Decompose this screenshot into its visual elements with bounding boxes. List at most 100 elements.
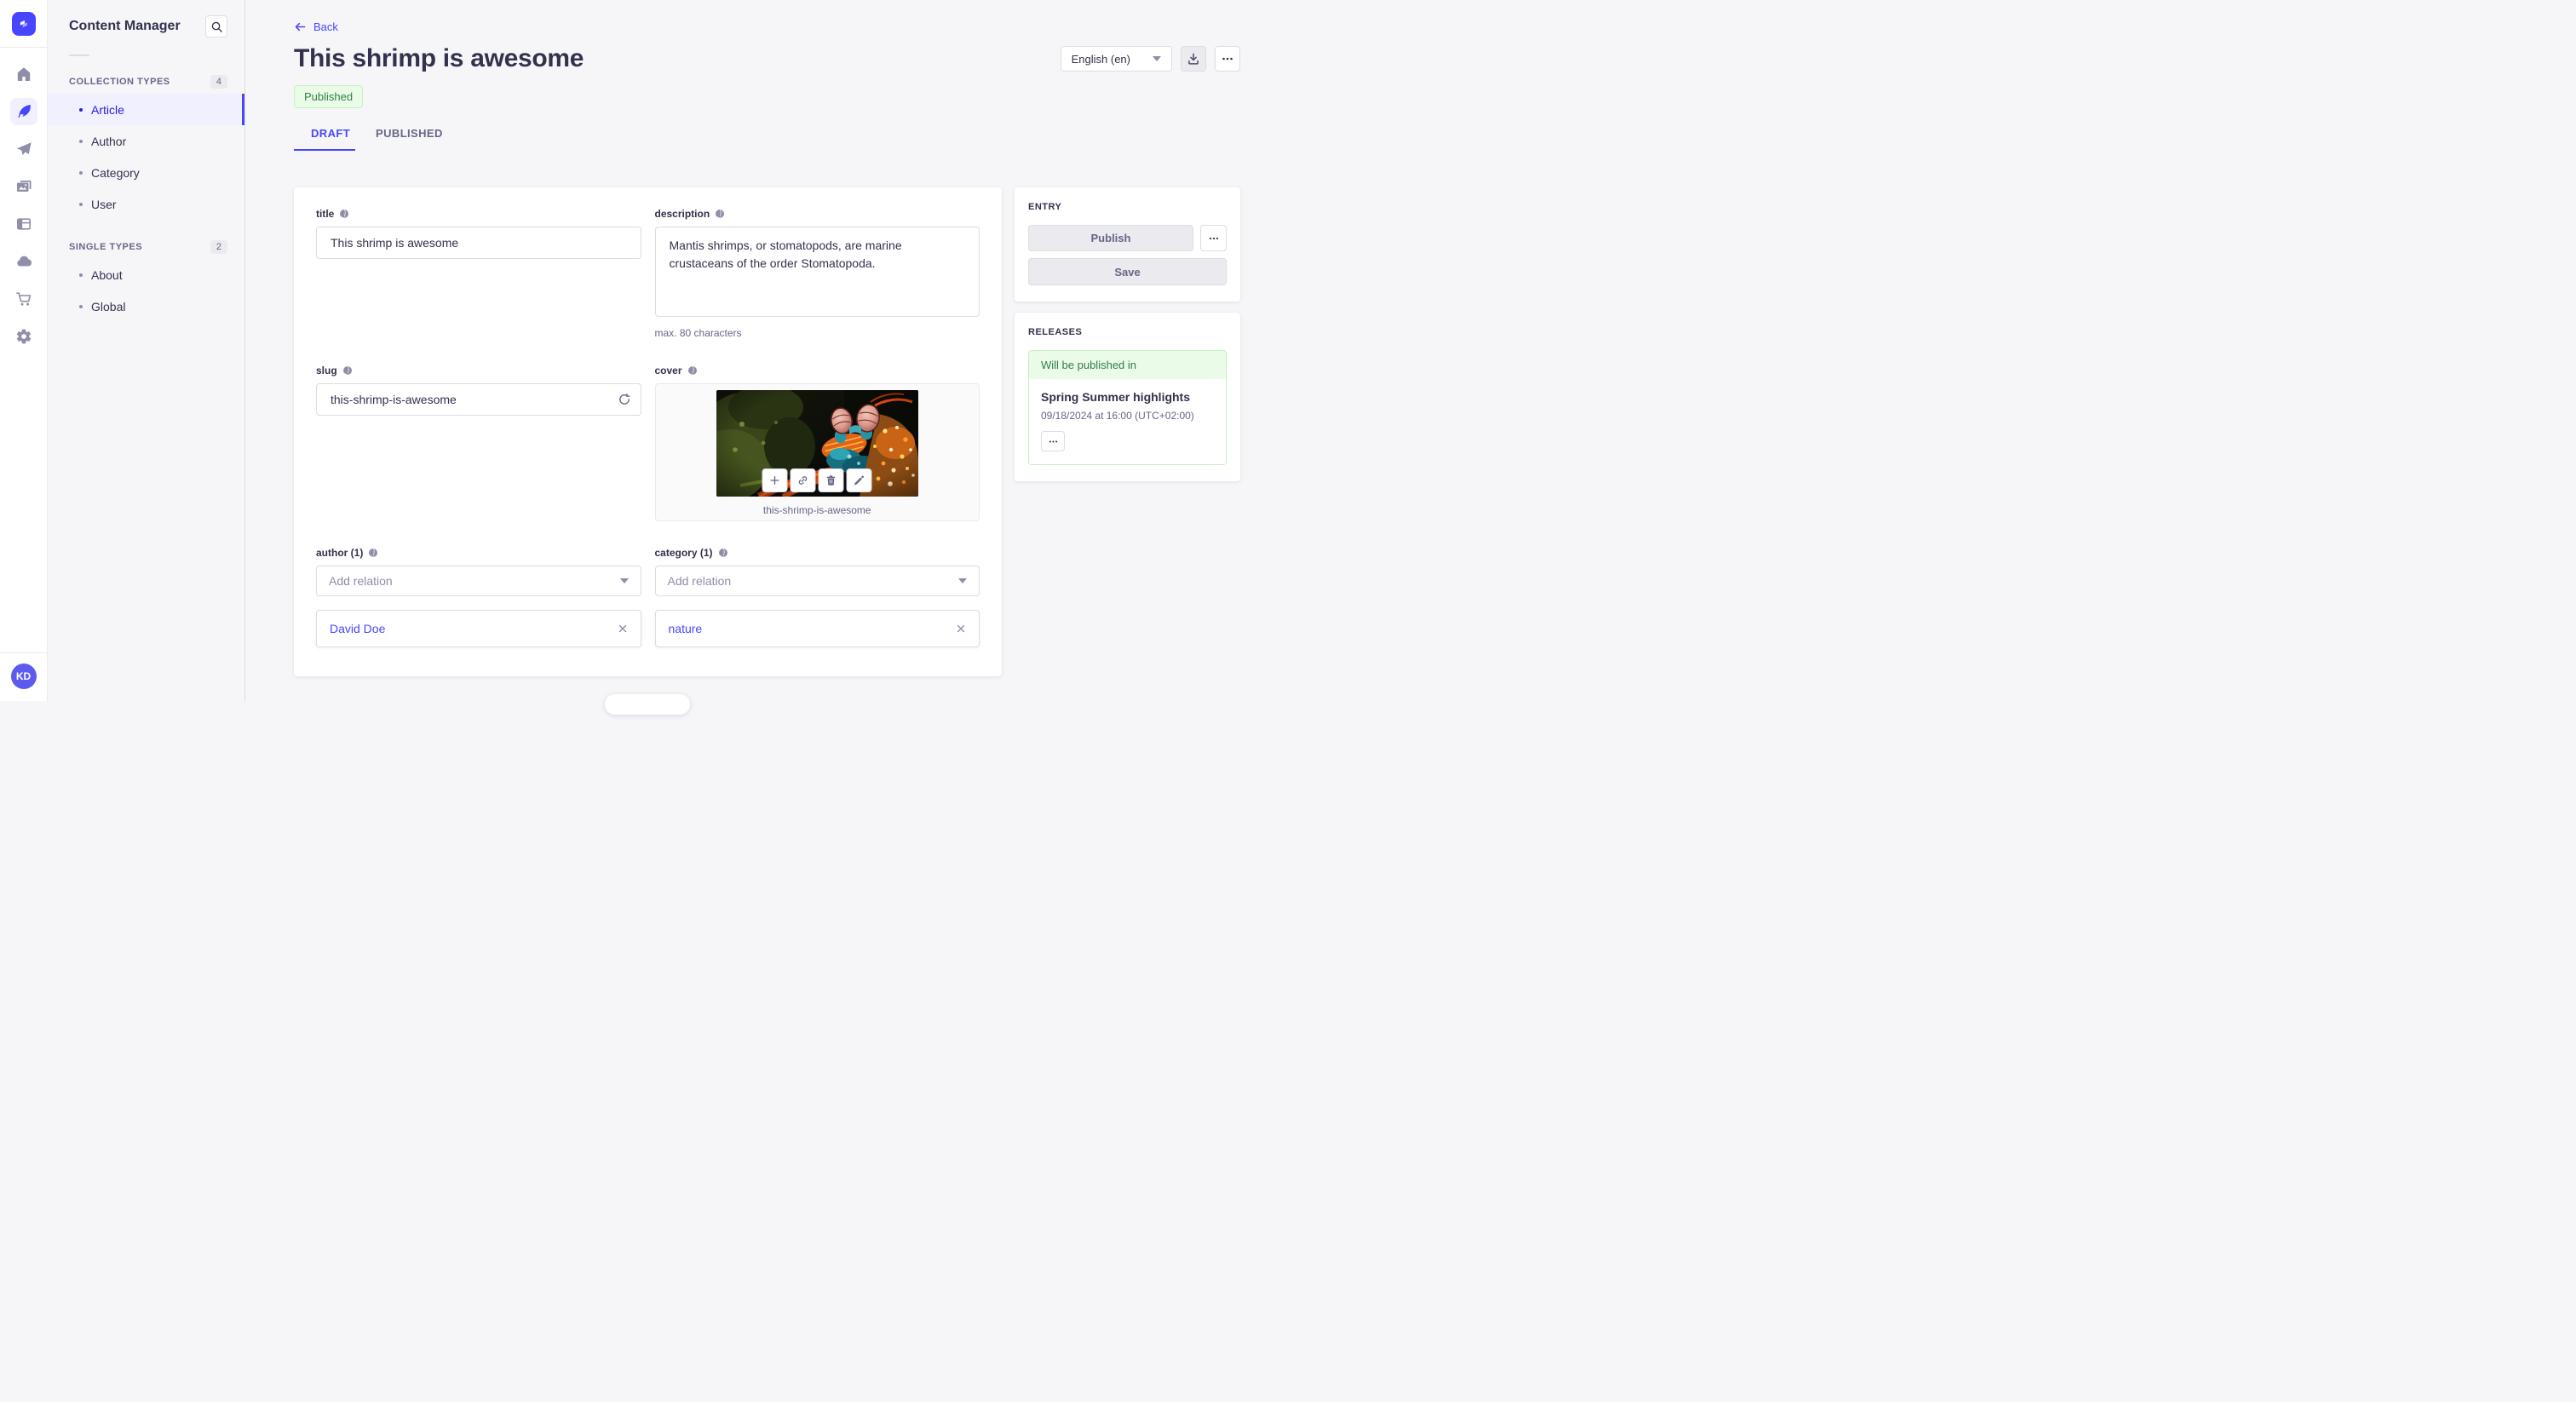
field-slug: slug: [316, 365, 641, 521]
relation-placeholder: Add relation: [329, 574, 393, 588]
remove-relation-button[interactable]: [618, 623, 628, 634]
save-button[interactable]: Save: [1028, 258, 1227, 285]
single-types-label: SINGLE TYPES: [69, 242, 143, 252]
rail-footer: KD: [0, 652, 48, 701]
slug-input[interactable]: [316, 383, 641, 416]
content-manager-icon[interactable]: [9, 98, 37, 125]
sidebar-item-article[interactable]: Article: [48, 94, 244, 125]
release-status: Will be published in: [1029, 351, 1226, 379]
layout-builder-icon[interactable]: [10, 210, 37, 238]
user-avatar[interactable]: KD: [10, 664, 37, 689]
main-nav-rail: KD: [0, 0, 48, 701]
arrow-left-icon: [295, 22, 306, 32]
rail-icon-list: [9, 60, 37, 350]
relation-link[interactable]: David Doe: [330, 622, 385, 635]
globe-icon: [687, 365, 697, 376]
more-options-button[interactable]: [1215, 46, 1240, 72]
media-actions: [762, 468, 872, 492]
back-link[interactable]: Back: [294, 20, 338, 33]
globe-icon: [718, 548, 727, 558]
release-item: Will be published in Spring Summer highl…: [1028, 350, 1227, 465]
cart-icon[interactable]: [10, 285, 37, 313]
sidebar-item-label: About: [91, 267, 123, 282]
sidebar-item-author[interactable]: Author: [48, 125, 244, 157]
copy-link-button[interactable]: [790, 468, 816, 492]
description-textarea[interactable]: Mantis shrimps, or stomatopods, are mari…: [654, 227, 980, 317]
edit-form-card: title description: [294, 187, 1002, 676]
entry-more-button[interactable]: [1200, 225, 1227, 251]
release-more-button[interactable]: [1041, 431, 1065, 451]
title-input[interactable]: [316, 227, 641, 259]
field-author: author (1) Add relation David Doe: [316, 547, 641, 647]
page-title: This shrimp is awesome: [294, 44, 584, 72]
category-relation-select[interactable]: Add relation: [654, 566, 980, 596]
tab-draft[interactable]: DRAFT: [293, 127, 356, 151]
download-icon: [1188, 53, 1199, 65]
trash-icon: [827, 475, 836, 486]
version-tabs: DRAFT PUBLISHED: [293, 127, 1240, 151]
delete-media-button[interactable]: [818, 468, 844, 492]
pencil-icon: [854, 475, 865, 486]
bullet-icon: [79, 107, 83, 112]
publish-button[interactable]: Publish: [1028, 225, 1193, 251]
media-library-icon[interactable]: [10, 173, 37, 200]
author-relation-select[interactable]: Add relation: [316, 566, 641, 596]
cover-field-label: cover: [654, 365, 682, 376]
settings-gear-icon[interactable]: [10, 323, 37, 350]
field-cover: cover this-shrimp-is-awesome: [654, 365, 980, 521]
release-name[interactable]: Spring Summer highlights: [1041, 390, 1214, 404]
category-relation-item: nature: [654, 610, 980, 647]
entry-panel: ENTRY Publish Save: [1015, 187, 1240, 302]
sidebar-item-label: Category: [91, 165, 140, 180]
sidebar-item-label: Global: [91, 299, 126, 313]
search-icon: [211, 21, 222, 32]
collection-types-list: Article Author Category User: [48, 94, 244, 220]
ellipsis-icon: [1209, 237, 1218, 239]
title-field-label: title: [316, 208, 335, 220]
sidebar-item-user[interactable]: User: [48, 188, 244, 220]
strapi-logo-icon: [20, 20, 27, 28]
edit-media-button[interactable]: [846, 468, 872, 492]
cloud-icon[interactable]: [10, 248, 37, 275]
releases-panel-title: RELEASES: [1028, 327, 1083, 337]
subnav-divider: [69, 55, 89, 56]
sidebar-item-label: Author: [91, 134, 127, 148]
bullet-icon: [79, 170, 83, 175]
releases-send-icon[interactable]: [10, 135, 37, 163]
cover-filename: this-shrimp-is-awesome: [762, 504, 871, 516]
bullet-icon: [79, 139, 83, 143]
add-media-button[interactable]: [762, 468, 788, 492]
single-types-list: About Global: [48, 259, 244, 322]
rail-divider: [0, 47, 48, 48]
home-icon[interactable]: [10, 60, 37, 88]
chevron-down-icon: [958, 578, 967, 583]
sidebar-item-label: Article: [91, 102, 124, 117]
sidebar-item-global[interactable]: Global: [48, 290, 244, 322]
top-actions: English (en): [1060, 46, 1240, 72]
locale-value: English (en): [1071, 52, 1130, 66]
field-description: description Mantis shrimps, or stomatopo…: [654, 208, 980, 339]
collection-types-count: 4: [210, 75, 227, 89]
close-icon: [957, 624, 965, 633]
relation-link[interactable]: nature: [669, 622, 703, 635]
back-label: Back: [313, 20, 338, 33]
globe-icon: [340, 209, 349, 219]
sidebar-item-category[interactable]: Category: [48, 157, 244, 188]
strapi-logo[interactable]: [11, 12, 36, 36]
search-button[interactable]: [205, 15, 227, 37]
tab-published[interactable]: PUBLISHED: [376, 127, 443, 151]
bullet-icon: [79, 273, 83, 277]
locale-select[interactable]: English (en): [1060, 46, 1172, 72]
single-types-count: 2: [210, 240, 227, 254]
remove-relation-button[interactable]: [956, 623, 966, 634]
cover-media-box: this-shrimp-is-awesome: [654, 383, 980, 521]
sidebar-item-label: User: [91, 197, 117, 211]
collection-types-label: COLLECTION TYPES: [69, 77, 170, 87]
content-manager-subnav: Content Manager COLLECTION TYPES 4 Artic…: [48, 0, 245, 701]
download-button[interactable]: [1181, 46, 1206, 72]
sidebar-item-about[interactable]: About: [48, 259, 244, 290]
releases-panel: RELEASES Will be published in Spring Sum…: [1015, 313, 1240, 481]
floating-widget[interactable]: [605, 694, 690, 715]
regenerate-slug-button[interactable]: [618, 393, 631, 411]
author-field-label: author (1): [316, 547, 364, 559]
